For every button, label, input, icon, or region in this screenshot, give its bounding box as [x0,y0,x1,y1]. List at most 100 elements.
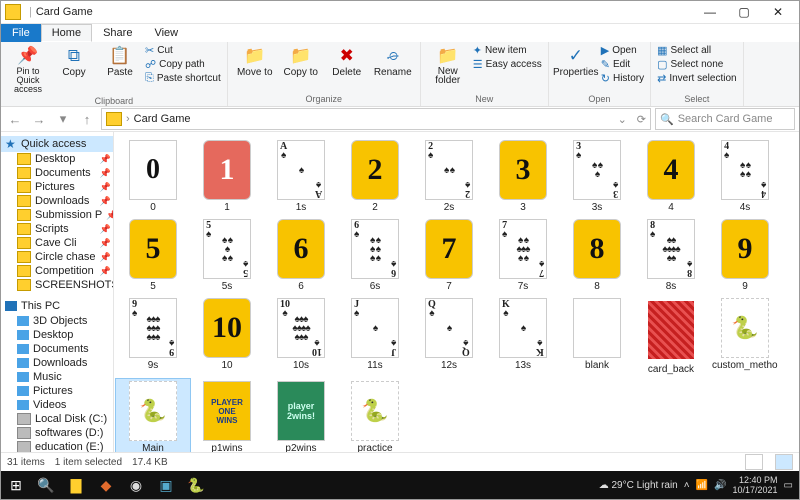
weather-widget[interactable]: ☁ 29°C Light rain [599,480,678,491]
file-item[interactable]: 4♠♠ ♠♠ ♠4♠4s [708,138,782,215]
paste-button[interactable]: 📋Paste [99,44,141,80]
file-item[interactable]: card_back [634,296,708,377]
sidebar-item[interactable]: Submission P📌 [1,208,113,222]
taskbar-search[interactable]: 🔍 [31,471,61,499]
sidebar-item[interactable]: Documents📌 [1,166,113,180]
file-item[interactable]: 10♠♠♠♠♠♠♠♠♠♠♠10♠10s [264,296,338,377]
sidebar-item[interactable]: Downloads📌 [1,194,113,208]
sidebar-item[interactable]: Desktop📌 [1,152,113,166]
file-item[interactable]: 55 [116,217,190,294]
cut-button[interactable]: ✂Cut [145,44,221,57]
file-item[interactable]: 77 [412,217,486,294]
copy-path-button[interactable]: ☍Copy path [145,58,221,71]
taskbar-clock[interactable]: 12:40 PM 10/17/2021 [733,475,778,495]
open-button[interactable]: ▶Open [601,44,644,57]
move-to-button[interactable]: 📁Move to [234,44,276,80]
file-item[interactable]: 22 [338,138,412,215]
view-details-button[interactable] [745,454,763,470]
file-item[interactable]: 1010 [190,296,264,377]
file-pane[interactable]: 0011A♠♠A♠1s222♠♠ ♠2♠2s333♠♠ ♠♠3♠3s444♠♠ … [114,132,799,452]
taskbar-python[interactable]: 🐍 [181,471,211,499]
minimize-button[interactable]: — [693,2,727,22]
file-item[interactable]: player2wins!p2wins [264,379,338,452]
sidebar-item[interactable]: Scripts📌 [1,222,113,236]
easy-access-button[interactable]: ☰Easy access [473,58,542,71]
file-item[interactable]: 🐍practice [338,379,412,452]
file-item[interactable]: 44 [634,138,708,215]
tab-home[interactable]: Home [41,24,92,42]
taskbar-app-2[interactable]: ▣ [151,471,181,499]
new-item-button[interactable]: ✦New item [473,44,542,57]
close-button[interactable]: ✕ [761,2,795,22]
delete-button[interactable]: ✖Delete [326,44,368,80]
file-item[interactable]: 8♠♠♠♠♠♠♠♠♠8♠8s [634,217,708,294]
select-all-button[interactable]: ▦Select all [657,44,736,57]
sidebar-item[interactable]: Cave Cli📌 [1,236,113,250]
chevron-down-icon[interactable]: ⌄ [618,113,627,126]
invert-selection-button[interactable]: ⇄Invert selection [657,72,736,85]
properties-button[interactable]: ✓Properties [555,44,597,80]
rename-button[interactable]: ⌮Rename [372,44,414,80]
view-thumbnails-button[interactable] [775,454,793,470]
sidebar-item[interactable]: Pictures [1,384,113,398]
file-item[interactable]: K♠♠K♠13s [486,296,560,377]
search-input[interactable]: 🔍 Search Card Game [655,108,795,130]
file-item[interactable]: 2♠♠ ♠2♠2s [412,138,486,215]
tray-notifications-icon[interactable]: ▭ [784,480,793,491]
sidebar-item[interactable]: Local Disk (C:) [1,412,113,426]
file-item[interactable]: 66 [264,217,338,294]
sidebar-item[interactable]: Competition📌 [1,264,113,278]
copy-button[interactable]: ⧉Copy [53,44,95,80]
this-pc-header[interactable]: This PC [1,298,113,314]
nav-up-button[interactable]: ↑ [77,109,97,129]
history-button[interactable]: ↻History [601,72,644,85]
sidebar-item[interactable]: 3D Objects [1,314,113,328]
sidebar-item[interactable]: Circle chase📌 [1,250,113,264]
file-item[interactable]: blank [560,296,634,377]
file-item[interactable]: 3♠♠ ♠♠3♠3s [560,138,634,215]
file-item[interactable]: 11 [190,138,264,215]
copy-to-button[interactable]: 📁Copy to [280,44,322,80]
sidebar-item[interactable]: Music [1,370,113,384]
sidebar-item[interactable]: Downloads [1,356,113,370]
sidebar-item[interactable]: education (E:) [1,440,113,452]
file-item[interactable]: PLAYERONEWINSp1wins [190,379,264,452]
sidebar-item[interactable]: Videos [1,398,113,412]
sidebar-item[interactable]: Desktop [1,328,113,342]
file-item[interactable]: Q♠♠Q♠12s [412,296,486,377]
file-item[interactable]: 7♠♠ ♠♠♠♠♠ ♠7♠7s [486,217,560,294]
new-folder-button[interactable]: 📁New folder [427,44,469,87]
sidebar-item[interactable]: softwares (D:) [1,426,113,440]
file-item[interactable]: 9♠♠♠♠♠♠♠♠♠♠9♠9s [116,296,190,377]
pin-quick-access-button[interactable]: 📌Pin to Quick access [7,44,49,96]
select-none-button[interactable]: ▢Select none [657,58,736,71]
tray-chevron-up-icon[interactable]: ˄ [684,480,690,491]
file-item[interactable]: 33 [486,138,560,215]
file-item[interactable]: 🐍custom_method_test [708,296,782,377]
tab-file[interactable]: File [1,24,41,42]
tray-network-icon[interactable]: 📶 [696,480,708,491]
nav-recent-button[interactable]: ▾ [53,109,73,129]
tab-share[interactable]: Share [92,24,143,42]
file-item[interactable]: A♠♠A♠1s [264,138,338,215]
taskbar-explorer[interactable]: ▇ [61,471,91,499]
start-button[interactable]: ⊞ [1,471,31,499]
nav-forward-button[interactable]: → [29,109,49,129]
file-item[interactable]: 88 [560,217,634,294]
nav-back-button[interactable]: ← [5,109,25,129]
file-item[interactable]: 6♠♠ ♠♠ ♠♠ ♠6♠6s [338,217,412,294]
file-item[interactable]: 5♠♠ ♠♠♠ ♠5♠5s [190,217,264,294]
quick-access-header[interactable]: ★Quick access [1,136,113,152]
tray-volume-icon[interactable]: 🔊 [714,480,726,491]
sidebar-item[interactable]: Documents [1,342,113,356]
taskbar-chrome[interactable]: ◉ [121,471,151,499]
tab-view[interactable]: View [143,24,189,42]
sidebar-item[interactable]: Pictures📌 [1,180,113,194]
breadcrumb[interactable]: › Card Game ⌄ ⟳ [101,108,651,130]
file-item[interactable]: 99 [708,217,782,294]
file-item[interactable]: J♠♠J♠11s [338,296,412,377]
refresh-button[interactable]: ⟳ [637,113,646,126]
taskbar-app-1[interactable]: ◆ [91,471,121,499]
maximize-button[interactable]: ▢ [727,2,761,22]
edit-button[interactable]: ✎Edit [601,58,644,71]
